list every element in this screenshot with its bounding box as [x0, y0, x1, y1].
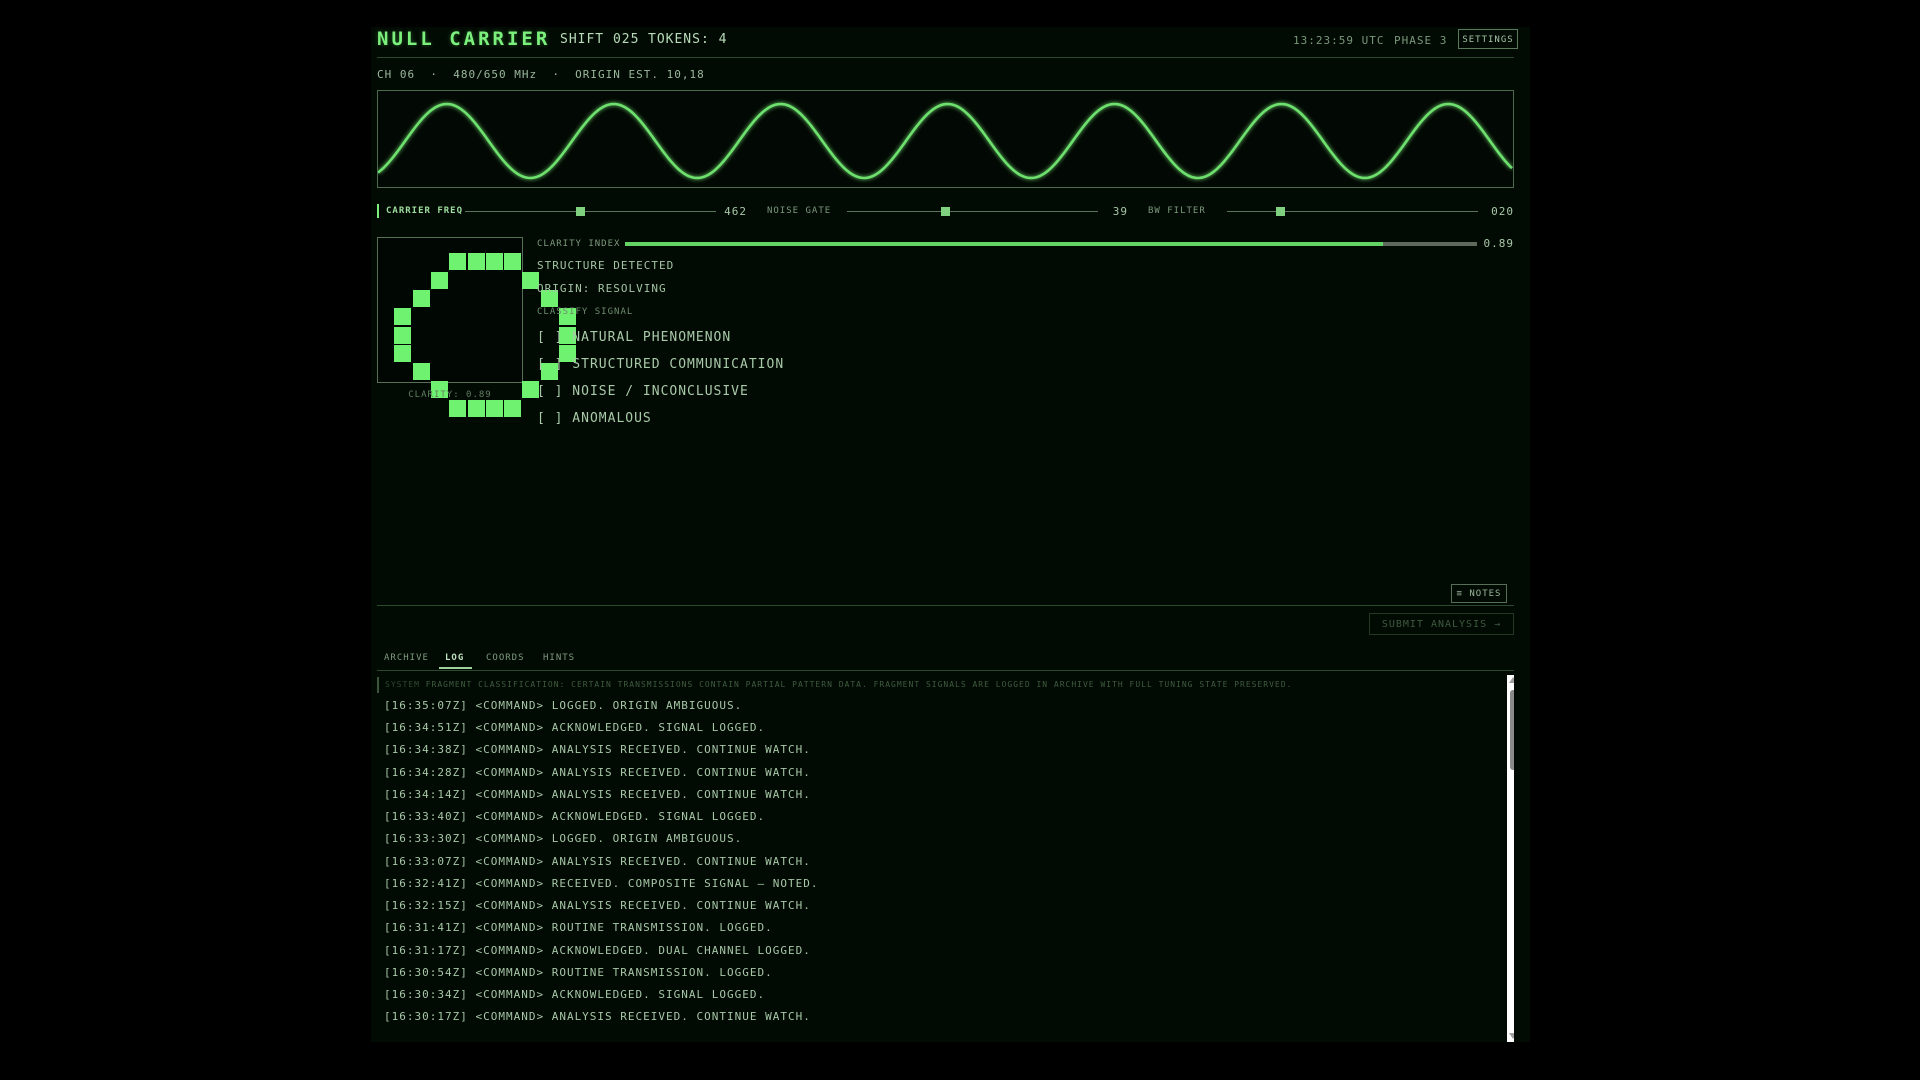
log-entry: [16:30:54Z] <COMMAND> ROUTINE TRANSMISSI… [384, 966, 773, 979]
pattern-caption: CLARITY: 0.89 [408, 390, 492, 400]
system-message-text: FRAGMENT CLASSIFICATION: CERTAIN TRANSMI… [425, 680, 1293, 689]
pattern-cell [504, 253, 522, 271]
clarity-index-fill [625, 242, 1384, 246]
log-entry: [16:34:28Z] <COMMAND> ANALYSIS RECEIVED.… [384, 766, 811, 779]
tab-coords[interactable]: COORDS [486, 653, 525, 663]
submit-analysis-button[interactable]: SUBMIT ANALYSIS → [1369, 613, 1514, 635]
bw-filter-label: BW FILTER [1148, 206, 1206, 216]
noise-gate-slider-thumb[interactable] [940, 207, 950, 216]
pattern-cell [412, 289, 430, 307]
pattern-cell [467, 399, 485, 417]
tabs-divider [377, 670, 1514, 671]
active-tab-indicator [439, 667, 472, 669]
token-counter: TOKENS: 4 [648, 32, 728, 47]
scroll-down-arrow-icon[interactable] [1509, 1033, 1514, 1039]
system-message: SYSTEM FRAGMENT CLASSIFICATION: CERTAIN … [377, 677, 1292, 693]
pattern-cell [394, 308, 412, 326]
bw-filter-slider[interactable] [1227, 207, 1478, 216]
log-scrollbar[interactable] [1507, 675, 1514, 1042]
log-panel[interactable]: SYSTEM FRAGMENT CLASSIFICATION: CERTAIN … [377, 675, 1514, 1042]
settings-button[interactable]: SETTINGS [1458, 29, 1518, 49]
carrier-freq-value: 462 [724, 205, 747, 218]
clarity-index-bar [625, 242, 1477, 246]
log-entry: [16:33:30Z] <COMMAND> LOGGED. ORIGIN AMB… [384, 832, 743, 845]
channel-info: CH 06 · 480/650 MHz · ORIGIN EST. 10,18 [377, 68, 705, 81]
tuning-controls: CARRIER FREQ 462 NOISE GATE 39 BW FILTER… [377, 204, 1514, 220]
structure-status: STRUCTURE DETECTED [537, 259, 675, 272]
log-entry: [16:34:38Z] <COMMAND> ANALYSIS RECEIVED.… [384, 743, 811, 756]
tab-archive[interactable]: ARCHIVE [384, 653, 429, 663]
pattern-cell [504, 399, 522, 417]
carrier-freq-slider-thumb[interactable] [576, 207, 586, 216]
section-divider [377, 605, 1514, 606]
clarity-index-value: 0.89 [1483, 237, 1514, 250]
pattern-cell [449, 253, 467, 271]
option-natural-phenomenon[interactable]: [ ] NATURAL PHENOMENON [537, 330, 731, 345]
pattern-cell [449, 399, 467, 417]
tab-log[interactable]: LOG [445, 653, 464, 663]
utc-clock: 13:23:59 UTC [1293, 34, 1385, 47]
carrier-freq-label: CARRIER FREQ [386, 206, 464, 216]
pattern-cell [412, 363, 430, 381]
log-entry: [16:34:14Z] <COMMAND> ANALYSIS RECEIVED.… [384, 788, 811, 801]
pattern-cell [485, 253, 503, 271]
waveform-graph [378, 102, 1513, 180]
tab-hints[interactable]: HINTS [543, 653, 575, 663]
waveform-line [378, 102, 1513, 180]
header-bar: NULL CARRIER SHIFT 025 TOKENS: 4 13:23:5… [377, 27, 1518, 57]
log-entry: [16:30:17Z] <COMMAND> ANALYSIS RECEIVED.… [384, 1010, 811, 1023]
pattern-cell [394, 326, 412, 344]
system-tag: SYSTEM [385, 680, 420, 689]
log-entry: [16:30:34Z] <COMMAND> ACKNOWLEDGED. SIGN… [384, 988, 766, 1001]
phase-indicator: PHASE 3 [1394, 34, 1448, 47]
log-entry: [16:32:15Z] <COMMAND> ANALYSIS RECEIVED.… [384, 899, 811, 912]
shift-counter: SHIFT 025 [560, 32, 640, 47]
classify-label: CLASSIFY SIGNAL [537, 307, 634, 317]
option-structured-communication[interactable]: [ ] STRUCTURED COMMUNICATION [537, 357, 784, 372]
pattern-cell [467, 253, 485, 271]
log-entry: [16:31:41Z] <COMMAND> ROUTINE TRANSMISSI… [384, 921, 773, 934]
option-noise-inconclusive[interactable]: [ ] NOISE / INCONCLUSIVE [537, 384, 749, 399]
noise-gate-label: NOISE GATE [767, 206, 832, 216]
oscilloscope-display [377, 90, 1514, 188]
log-entry: [16:32:41Z] <COMMAND> RECEIVED. COMPOSIT… [384, 877, 819, 890]
pattern-grid [377, 237, 576, 417]
scroll-up-arrow-icon[interactable] [1509, 677, 1514, 683]
log-entry: [16:34:51Z] <COMMAND> ACKNOWLEDGED. SIGN… [384, 721, 766, 734]
pattern-cell [430, 271, 448, 289]
active-control-marker [377, 204, 379, 218]
log-entry: [16:31:17Z] <COMMAND> ACKNOWLEDGED. DUAL… [384, 944, 811, 957]
game-panel: NULL CARRIER SHIFT 025 TOKENS: 4 13:23:5… [371, 27, 1530, 1042]
header-divider [377, 57, 1514, 58]
noise-gate-value: 39 [1112, 205, 1128, 218]
log-entry: [16:35:07Z] <COMMAND> LOGGED. ORIGIN AMB… [384, 699, 743, 712]
origin-status: ORIGIN: RESOLVING [537, 282, 667, 295]
pattern-cell [394, 344, 412, 362]
notes-button[interactable]: ≡ NOTES [1451, 584, 1507, 603]
log-entry: [16:33:40Z] <COMMAND> ACKNOWLEDGED. SIGN… [384, 810, 766, 823]
bw-filter-slider-thumb[interactable] [1275, 207, 1285, 216]
option-anomalous[interactable]: [ ] ANOMALOUS [537, 411, 652, 426]
game-title: NULL CARRIER [377, 28, 551, 50]
bw-filter-value: 020 [1491, 205, 1514, 218]
noise-gate-slider[interactable] [847, 207, 1098, 216]
carrier-freq-slider[interactable] [465, 207, 716, 216]
log-entry: [16:33:07Z] <COMMAND> ANALYSIS RECEIVED.… [384, 855, 811, 868]
pattern-cell [485, 399, 503, 417]
scrollbar-thumb[interactable] [1510, 690, 1514, 770]
clarity-index-label: CLARITY INDEX [537, 239, 621, 249]
